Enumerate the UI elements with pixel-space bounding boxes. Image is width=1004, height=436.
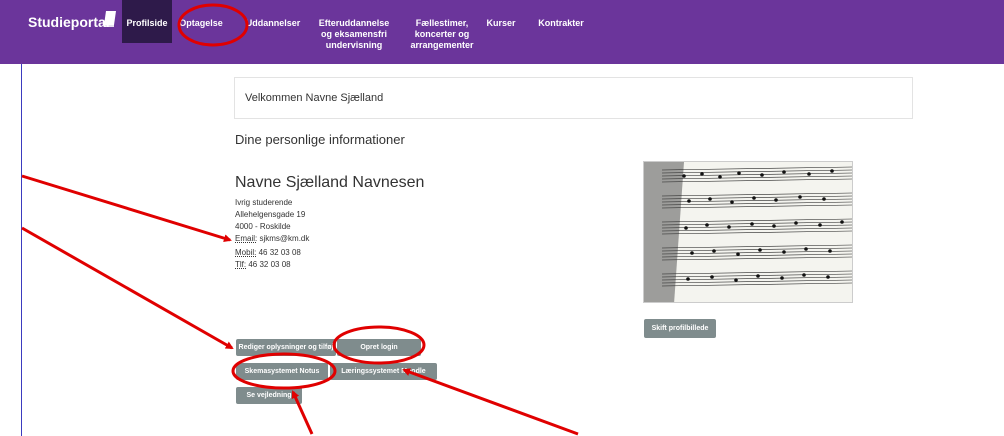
profile-mobile-row: Mobil: 46 32 03 08 — [235, 248, 301, 258]
create-login-button[interactable]: Opret login — [337, 339, 421, 356]
profile-email-row: Email: sjkms@km.dk — [235, 234, 309, 244]
nav-profilside[interactable]: Profilside — [122, 0, 172, 43]
email-label: Email: — [235, 234, 258, 243]
mobile-label: Mobil: — [235, 248, 257, 257]
profile-phone-row: Tlf: 46 32 03 08 — [235, 260, 291, 270]
phone-value: 46 32 03 08 — [248, 260, 291, 269]
nav-faellestimer[interactable]: Fællestimer, koncerter og arrangementer — [402, 18, 482, 51]
top-navbar: Studieportal Profilside Optagelse Uddann… — [0, 0, 1004, 64]
nav-efteruddannelse[interactable]: Efteruddannelse og eksamensfri undervisn… — [314, 18, 394, 51]
change-photo-button[interactable]: Skift profilbillede — [644, 319, 716, 338]
profile-city: 4000 - Roskilde — [235, 222, 291, 231]
nav-optagelse[interactable]: Optagelse — [176, 18, 226, 29]
nav-kontrakter[interactable]: Kontrakter — [531, 18, 591, 29]
profile-address: Allehelgensgade 19 — [235, 210, 306, 219]
learning-system-button[interactable]: Læringssystemet Moodle — [330, 363, 437, 380]
annotation-arrow-edit — [21, 226, 234, 350]
welcome-panel: Velkommen Navne Sjælland — [234, 77, 913, 119]
schedule-system-button[interactable]: Skemasystemet Notus — [236, 363, 328, 380]
left-frame-line — [21, 64, 22, 436]
brand-title[interactable]: Studieportal — [28, 14, 110, 30]
annotation-arrow-email — [21, 174, 232, 243]
profile-status: Ivrig studerende — [235, 198, 293, 207]
book-icon — [104, 11, 116, 27]
guide-button[interactable]: Se vejledning — [236, 387, 302, 404]
annotation-overlay — [21, 3, 579, 436]
edit-profile-button[interactable]: Rediger oplysninger og tilføj CV — [236, 339, 336, 368]
mobile-value: 46 32 03 08 — [258, 248, 301, 257]
profile-photo — [643, 161, 853, 303]
welcome-text: Velkommen Navne Sjælland — [245, 92, 384, 104]
phone-label: Tlf: — [235, 260, 247, 269]
sheet-music-image — [644, 162, 852, 302]
nav-uddannelser[interactable]: Uddannelser — [243, 18, 303, 29]
profile-name: Navne Sjælland Navnesen — [235, 174, 425, 191]
section-title: Dine personlige informationer — [235, 132, 405, 147]
nav-kurser[interactable]: Kurser — [483, 18, 519, 29]
email-value: sjkms@km.dk — [259, 234, 310, 243]
